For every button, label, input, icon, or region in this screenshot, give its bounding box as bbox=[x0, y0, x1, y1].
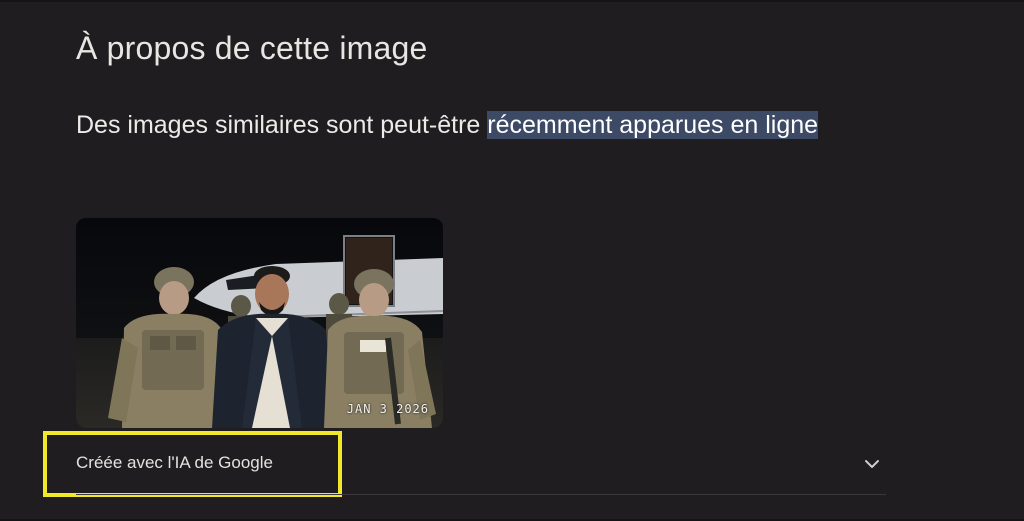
description-highlight: récemment apparues en ligne bbox=[487, 111, 819, 139]
chevron-down-icon[interactable] bbox=[862, 454, 882, 474]
preview-image-art bbox=[76, 218, 443, 428]
about-image-panel: À propos de cette image Des images simil… bbox=[0, 0, 1024, 521]
section-divider bbox=[76, 494, 886, 495]
similar-images-description: Des images similaires sont peut-être réc… bbox=[76, 108, 876, 142]
panel-title: À propos de cette image bbox=[76, 30, 428, 66]
preview-image[interactable]: JAN 3 2026 bbox=[76, 218, 443, 428]
ai-credit-label: Créée avec l'IA de Google bbox=[76, 453, 273, 472]
image-date-stamp: JAN 3 2026 bbox=[346, 402, 429, 416]
description-text: Des images similaires sont peut-être bbox=[76, 111, 488, 139]
